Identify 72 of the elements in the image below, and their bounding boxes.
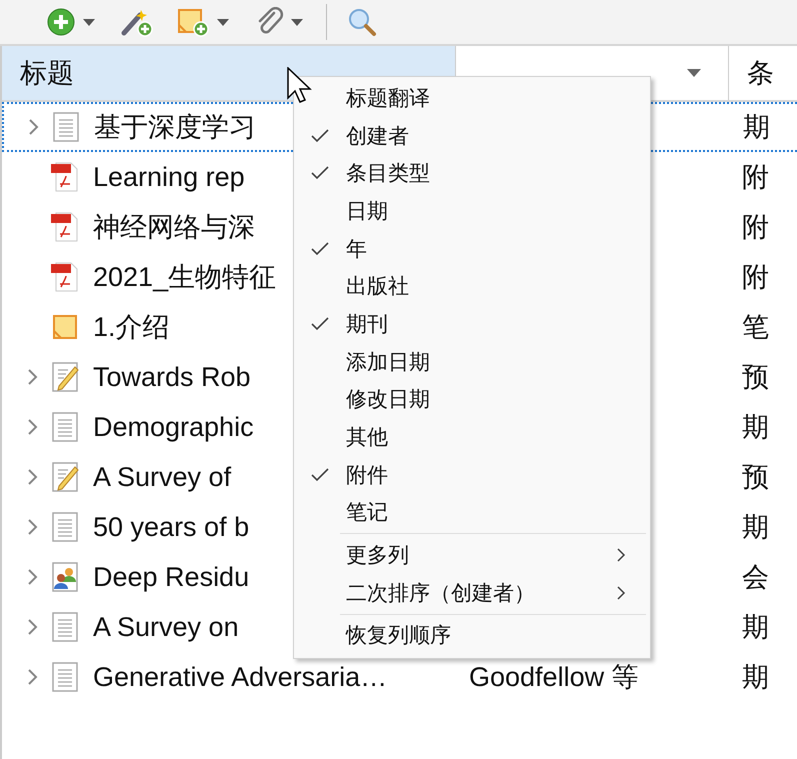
item-type-cell-text: 预 bbox=[742, 461, 769, 494]
menu-item[interactable]: 创建者 bbox=[294, 116, 650, 154]
title-cell: A Survey of bbox=[93, 462, 232, 492]
chevron-right-icon[interactable] bbox=[27, 618, 39, 636]
chevron-right-icon[interactable] bbox=[27, 368, 39, 386]
chevron-right-icon[interactable] bbox=[28, 118, 40, 136]
pdf-file-icon bbox=[51, 162, 79, 192]
submenu-item[interactable]: 二次排序（创建者） bbox=[294, 574, 650, 612]
menu-item[interactable]: 期刊 bbox=[294, 305, 650, 343]
column-header[interactable]: 条 bbox=[729, 46, 797, 100]
item-type-cell-text: 期 bbox=[743, 111, 770, 144]
checkmark-icon bbox=[311, 166, 329, 180]
chevron-right-icon[interactable] bbox=[27, 568, 39, 586]
title-cell: Deep Residu bbox=[93, 562, 250, 592]
pdf-file-icon bbox=[51, 212, 79, 242]
creator-cell-text: Goodfellow 等 bbox=[469, 661, 639, 694]
title-cell-text: 神经网络与深 bbox=[93, 211, 255, 244]
pdf-file-icon bbox=[51, 262, 79, 292]
document-icon bbox=[51, 662, 79, 692]
document-icon bbox=[51, 512, 79, 542]
note-add-icon bbox=[176, 7, 210, 37]
menu-item[interactable]: 添加日期 bbox=[294, 342, 650, 380]
document-pencil-icon bbox=[51, 362, 79, 392]
title-cell: A Survey on bbox=[93, 612, 239, 642]
item-type-cell-text: 附 bbox=[742, 261, 769, 294]
chevron-right-icon[interactable] bbox=[27, 468, 39, 486]
people-icon bbox=[51, 562, 79, 592]
title-cell: Generative Adversaria… bbox=[93, 662, 388, 692]
menu-item[interactable]: 其他 bbox=[294, 418, 650, 456]
caret-icon bbox=[82, 17, 96, 27]
checkmark-icon bbox=[311, 316, 329, 331]
title-cell-text: 2021_生物特征 bbox=[93, 261, 276, 294]
menu-item[interactable]: 附件 bbox=[294, 456, 650, 494]
checkmark-icon bbox=[311, 242, 329, 256]
item-type-cell-text: 预 bbox=[742, 361, 769, 394]
sort-caret-icon bbox=[686, 68, 702, 78]
menu-item[interactable]: 条目类型 bbox=[294, 154, 650, 192]
item-type-cell-text: 期 bbox=[742, 661, 769, 694]
item-type-cell-text: 笔 bbox=[742, 311, 769, 344]
document-icon bbox=[52, 112, 80, 142]
title-cell-text: 1.介绍 bbox=[93, 311, 170, 344]
title-cell: 50 years of b bbox=[93, 512, 250, 542]
menu-item[interactable]: 恢复列顺序 bbox=[294, 616, 650, 654]
chevron-right-icon[interactable] bbox=[27, 418, 39, 436]
document-icon bbox=[51, 412, 79, 442]
plus-circle-icon bbox=[46, 7, 76, 37]
title-cell: Towards Rob bbox=[93, 362, 251, 392]
title-cell: Learning rep bbox=[93, 162, 245, 192]
submenu-item[interactable]: 更多列 bbox=[294, 536, 650, 574]
caret-icon bbox=[290, 17, 304, 27]
note-icon bbox=[51, 312, 79, 342]
item-type-cell-text: 附 bbox=[742, 211, 769, 244]
chevron-right-icon[interactable] bbox=[27, 668, 39, 686]
item-type-cell-text: 期 bbox=[742, 611, 769, 644]
document-pencil-icon bbox=[51, 462, 79, 492]
title-cell-text: 基于深度学习 bbox=[94, 111, 256, 144]
search-icon bbox=[347, 7, 377, 37]
menu-item[interactable]: 年 bbox=[294, 230, 650, 268]
menu-item[interactable]: 笔记 bbox=[294, 494, 650, 532]
item-type-cell-text: 附 bbox=[742, 161, 769, 194]
item-type-cell-text: 期 bbox=[742, 511, 769, 544]
checkmark-icon bbox=[311, 468, 329, 482]
document-icon bbox=[51, 612, 79, 642]
chevron-right-icon[interactable] bbox=[27, 518, 39, 536]
title-cell: Demographic bbox=[93, 412, 254, 442]
item-type-cell-text: 期 bbox=[742, 411, 769, 444]
menu-item[interactable]: 出版社 bbox=[294, 267, 650, 306]
checkmark-icon bbox=[311, 128, 329, 143]
item-type-cell-text: 会 bbox=[742, 561, 769, 594]
menu-item[interactable]: 修改日期 bbox=[294, 380, 650, 418]
caret-icon bbox=[216, 17, 230, 27]
menu-item[interactable]: 日期 bbox=[294, 192, 650, 230]
